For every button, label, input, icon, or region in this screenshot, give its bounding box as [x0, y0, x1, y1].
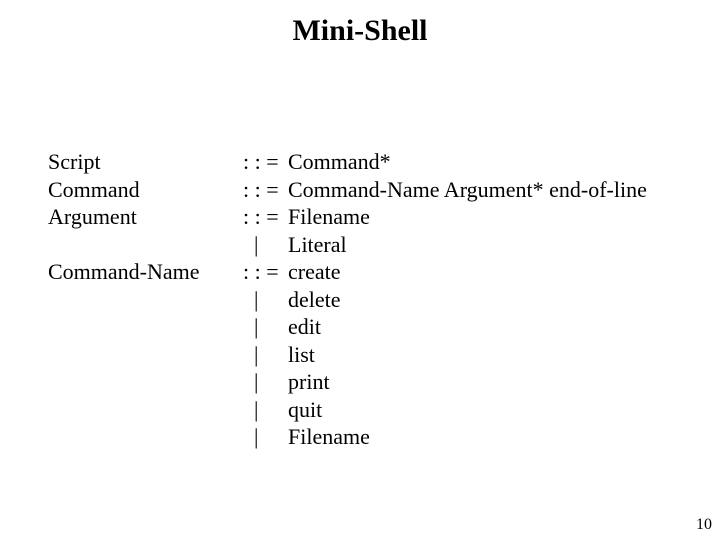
- grammar-op: |: [243, 396, 288, 424]
- grammar-rhs: list: [288, 341, 647, 369]
- grammar-op: |: [243, 341, 288, 369]
- grammar-op: |: [243, 368, 288, 396]
- page-title: Mini-Shell: [0, 14, 720, 48]
- grammar-rhs: delete: [288, 286, 647, 314]
- grammar-row: |quit: [48, 396, 647, 424]
- grammar-row: Argument: : =Filename: [48, 203, 647, 231]
- grammar-rhs: Command-Name Argument* end-of-line: [288, 176, 647, 204]
- grammar-lhs: [48, 286, 243, 314]
- grammar-rhs: create: [288, 258, 647, 286]
- grammar-lhs: [48, 396, 243, 424]
- grammar-table: Script: : =Command*Command: : =Command-N…: [48, 148, 647, 451]
- grammar-lhs: Argument: [48, 203, 243, 231]
- grammar-lhs: [48, 231, 243, 259]
- slide: Mini-Shell Script: : =Command*Command: :…: [0, 0, 720, 540]
- grammar-rhs: Filename: [288, 423, 647, 451]
- grammar-row: |list: [48, 341, 647, 369]
- grammar-rhs: Command*: [288, 148, 647, 176]
- grammar-rhs: Literal: [288, 231, 647, 259]
- grammar-rhs: Filename: [288, 203, 647, 231]
- grammar-lhs: [48, 313, 243, 341]
- grammar-lhs: [48, 368, 243, 396]
- grammar-op: |: [243, 286, 288, 314]
- grammar-row: |delete: [48, 286, 647, 314]
- grammar-lhs: [48, 423, 243, 451]
- grammar-row: |Literal: [48, 231, 647, 259]
- grammar-rhs: print: [288, 368, 647, 396]
- grammar-row: Script: : =Command*: [48, 148, 647, 176]
- grammar-rhs: quit: [288, 396, 647, 424]
- grammar-row: |print: [48, 368, 647, 396]
- grammar-row: |edit: [48, 313, 647, 341]
- grammar-rhs: edit: [288, 313, 647, 341]
- grammar-op: |: [243, 231, 288, 259]
- grammar-row: Command-Name: : =create: [48, 258, 647, 286]
- grammar-op: : : =: [243, 176, 288, 204]
- grammar-lhs: Command: [48, 176, 243, 204]
- grammar-lhs: Command-Name: [48, 258, 243, 286]
- grammar-op: : : =: [243, 258, 288, 286]
- grammar-block: Script: : =Command*Command: : =Command-N…: [48, 148, 647, 451]
- grammar-op: |: [243, 423, 288, 451]
- grammar-op: : : =: [243, 203, 288, 231]
- grammar-op: : : =: [243, 148, 288, 176]
- grammar-op: |: [243, 313, 288, 341]
- grammar-row: Command: : =Command-Name Argument* end-o…: [48, 176, 647, 204]
- page-number: 10: [696, 516, 712, 534]
- grammar-lhs: [48, 341, 243, 369]
- grammar-row: |Filename: [48, 423, 647, 451]
- grammar-lhs: Script: [48, 148, 243, 176]
